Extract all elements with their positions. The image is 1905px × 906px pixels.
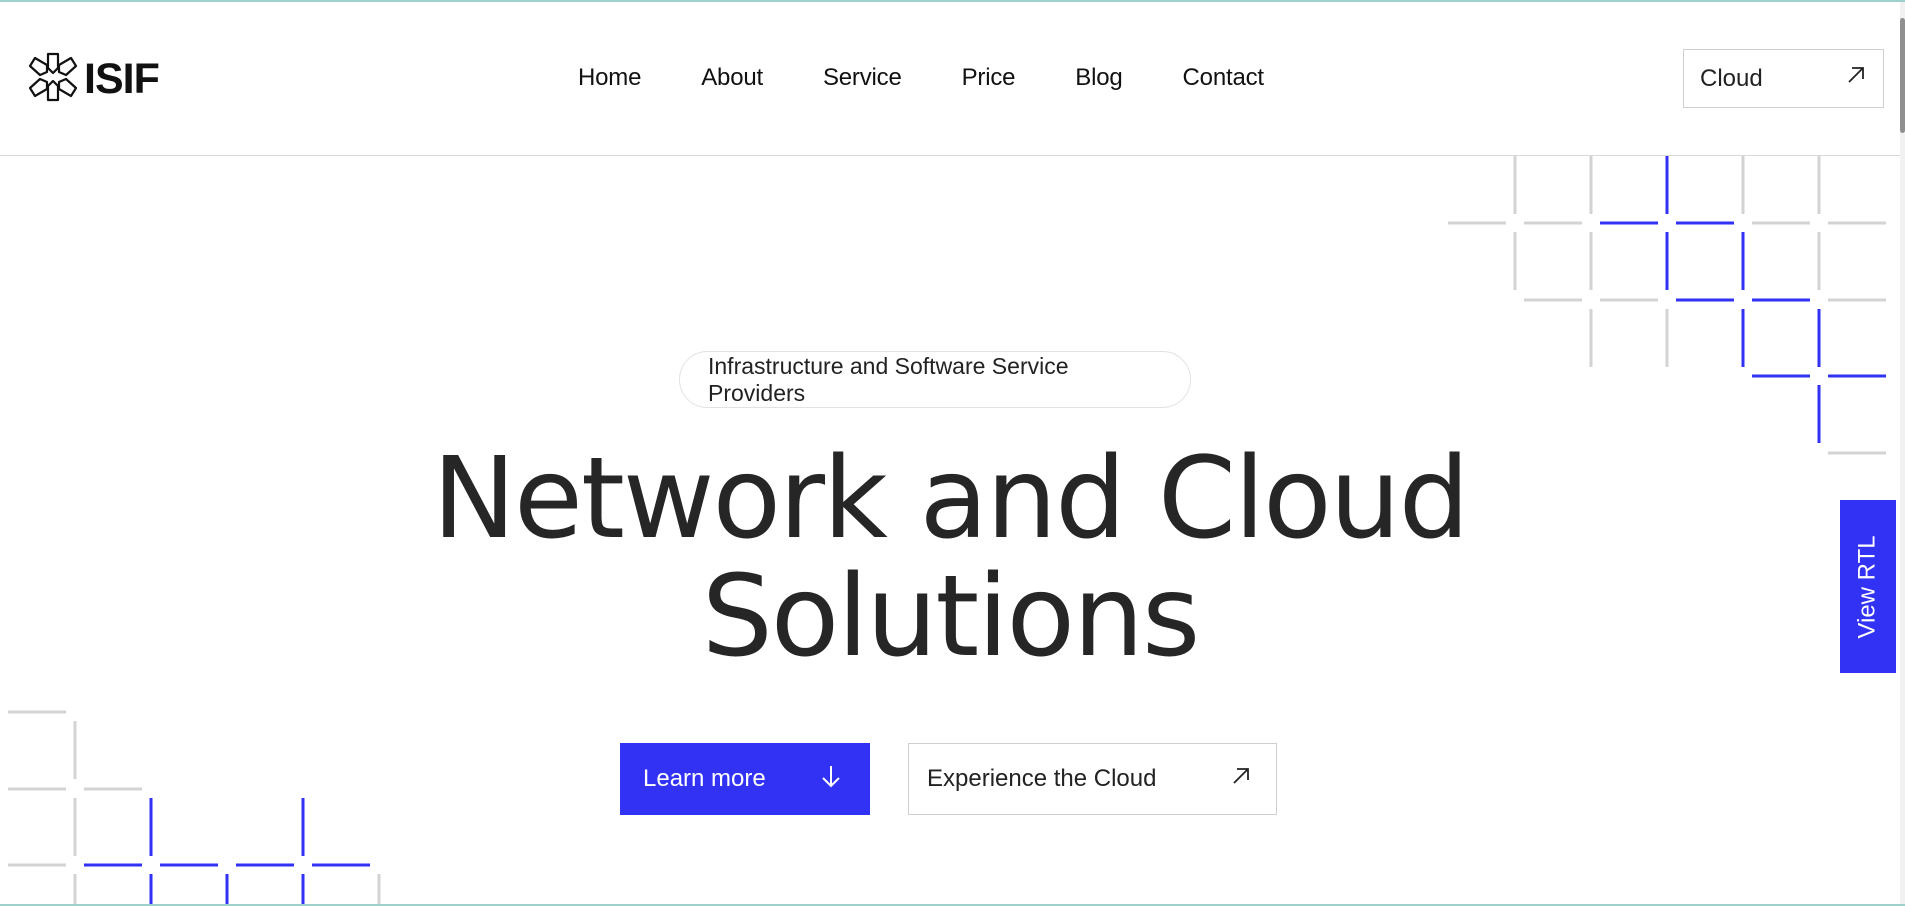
- grid-decoration-top-right: [1448, 156, 1886, 455]
- scrollbar-thumb[interactable]: [1900, 18, 1905, 133]
- hero-badge: Infrastructure and Software Service Prov…: [679, 351, 1191, 408]
- view-rtl-label: View RTL: [1854, 534, 1882, 639]
- nav-contact[interactable]: Contact: [1183, 64, 1265, 92]
- hero-badge-text: Infrastructure and Software Service Prov…: [708, 352, 1069, 406]
- hero-title: Network and Cloud Solutions: [0, 440, 1900, 676]
- logo-text: ISIF: [84, 55, 160, 103]
- asterisk-snowflake-icon: [26, 50, 80, 109]
- hero-title-line1: Network and Cloud: [432, 434, 1469, 564]
- learn-more-label: Learn more: [643, 765, 766, 792]
- experience-cloud-button[interactable]: Experience the Cloud: [908, 743, 1277, 815]
- main-nav: Home About Service Price Blog Contact: [578, 64, 1324, 92]
- grid-decoration-bottom-left: [8, 710, 381, 906]
- cloud-button-label: Cloud: [1700, 64, 1763, 92]
- experience-cloud-label: Experience the Cloud: [927, 765, 1157, 792]
- arrow-up-right-icon: [1230, 765, 1252, 794]
- site-header: ISIF Home About Service Price Blog Conta…: [0, 2, 1900, 156]
- nav-price[interactable]: Price: [962, 64, 1016, 92]
- view-rtl-tab[interactable]: View RTL: [1840, 500, 1896, 673]
- learn-more-button[interactable]: Learn more: [620, 743, 870, 815]
- arrow-down-icon: [818, 763, 844, 796]
- nav-home[interactable]: Home: [578, 64, 641, 92]
- nav-blog[interactable]: Blog: [1075, 64, 1122, 92]
- scrollbar-track[interactable]: [1900, 2, 1905, 904]
- nav-about[interactable]: About: [701, 64, 763, 92]
- cloud-button[interactable]: Cloud: [1683, 49, 1884, 108]
- nav-service[interactable]: Service: [823, 64, 902, 92]
- logo[interactable]: ISIF: [26, 50, 160, 109]
- arrow-up-right-icon: [1845, 64, 1867, 93]
- hero-title-line2: Solutions: [701, 552, 1201, 682]
